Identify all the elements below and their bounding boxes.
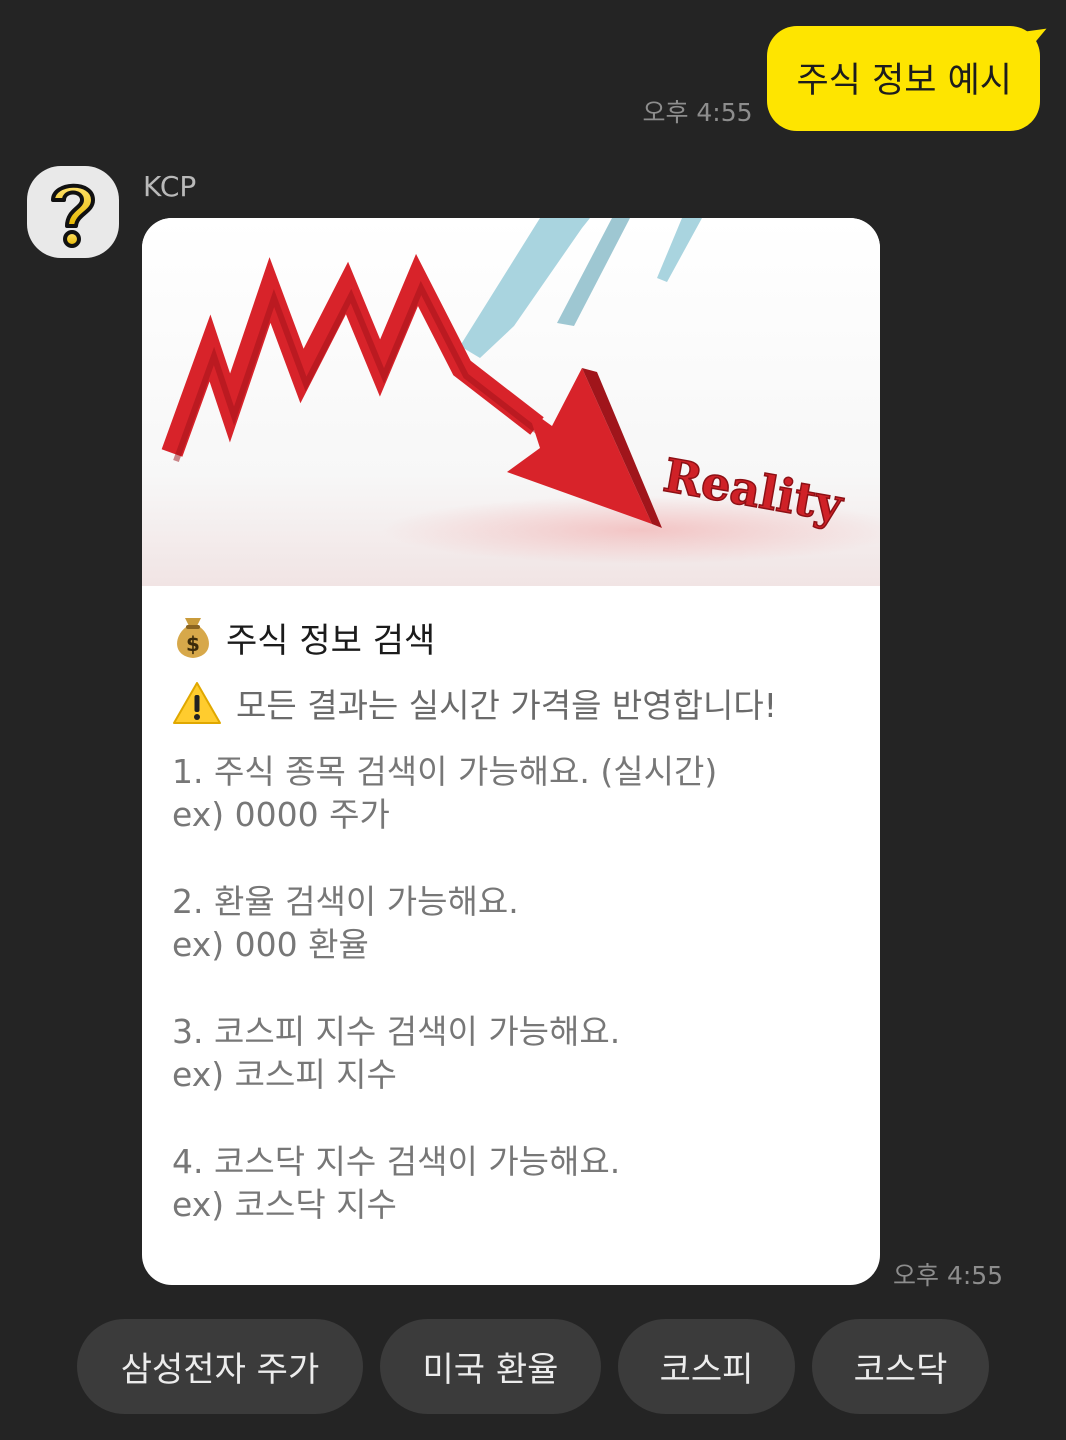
quick-replies: 삼성전자 주가 미국 환율 코스피 코스닥 [77, 1319, 1006, 1414]
card-feature-list: 1. 주식 종목 검색이 가능해요. (실시간) ex) 0000 주가 2. … [172, 750, 850, 1226]
bubble-tail [1024, 28, 1050, 52]
outgoing-timestamp: 오후 4:55 [642, 98, 753, 127]
list-item-description: 2. 환율 검색이 가능해요. [172, 882, 519, 921]
list-item-description: 3. 코스피 지수 검색이 가능해요. [172, 1012, 621, 1051]
money-bag-icon: $ [177, 618, 209, 658]
list-item-example: ex) 코스닥 지수 [172, 1185, 397, 1224]
card-title: 주식 정보 검색 [226, 620, 436, 661]
list-item: 1. 주식 종목 검색이 가능해요. (실시간) ex) 0000 주가 [172, 750, 850, 836]
stock-chart-image: Reality [142, 218, 880, 586]
question-mark-icon [51, 183, 95, 248]
list-item-example: ex) 000 환율 [172, 925, 369, 964]
bot-avatar[interactable] [27, 166, 119, 258]
outgoing-message-row: 오후 4:55 주식 정보 예시 [642, 26, 1050, 131]
list-item: 4. 코스닥 지수 검색이 가능해요. ex) 코스닥 지수 [172, 1140, 850, 1226]
list-item-description: 1. 주식 종목 검색이 가능해요. (실시간) [172, 752, 718, 791]
bot-message-timestamp: 오후 4:55 [893, 1261, 1004, 1290]
quick-reply-kosdaq[interactable]: 코스닥 [812, 1319, 989, 1414]
list-item: 2. 환율 검색이 가능해요. ex) 000 환율 [172, 880, 850, 966]
card-warning-text: 모든 결과는 실시간 가격을 반영합니다! [236, 686, 777, 725]
bot-message-card[interactable]: Reality $ 주식 정보 검색 모든 결과는 실시간 가격을 반영합니다!… [142, 218, 880, 1285]
list-item-example: ex) 0000 주가 [172, 795, 390, 834]
card-warning-row: 모든 결과는 실시간 가격을 반영합니다! [172, 678, 850, 728]
list-item-example: ex) 코스피 지수 [172, 1055, 397, 1094]
quick-reply-usd-exchange[interactable]: 미국 환율 [380, 1319, 601, 1414]
svg-text:$: $ [186, 632, 200, 656]
outgoing-message-bubble[interactable]: 주식 정보 예시 [766, 26, 1050, 131]
quick-reply-kospi[interactable]: 코스피 [618, 1319, 795, 1414]
card-title-row: $ 주식 정보 검색 [172, 612, 850, 662]
outgoing-message-text: 주식 정보 예시 [796, 61, 1012, 101]
list-item-description: 4. 코스닥 지수 검색이 가능해요. [172, 1142, 621, 1181]
bot-name: KCP [143, 170, 197, 203]
list-item: 3. 코스피 지수 검색이 가능해요. ex) 코스피 지수 [172, 1010, 850, 1096]
warning-icon [173, 682, 221, 724]
quick-reply-samsung-stock[interactable]: 삼성전자 주가 [77, 1319, 363, 1414]
